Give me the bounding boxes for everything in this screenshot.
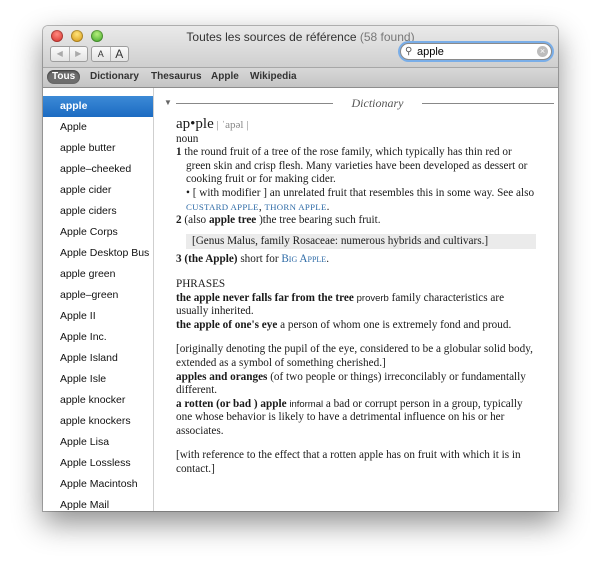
subsense-text: an unrelated fruit that resembles this i… [269,186,495,199]
scope-dictionary[interactable]: Dictionary [85,70,144,84]
dictionary-window: Toutes les sources de référence (58 foun… [43,26,558,511]
sidebar-item[interactable]: apple knockers [43,411,153,432]
back-button[interactable]: ◀ [51,47,70,61]
phrase-2: the apple of one's eye a person of whom … [176,319,536,333]
phrase-term: apples and oranges [176,370,268,383]
genus-note: [Genus Malus, family Rosaceae: numerous … [186,233,536,250]
headword-line: ap•ple | ˈapəl | [176,116,536,133]
sidebar-item[interactable]: Apple Island [43,348,153,369]
phrase-1: the apple never falls far from the tree … [176,292,536,319]
sense-2: 2 (also apple tree )the tree bearing suc… [176,214,536,228]
sense-3: 3 (the Apple) short for Big Apple. [176,253,536,267]
scope-wikipedia[interactable]: Wikipedia [245,70,302,84]
origin-note: [originally denoting the pupil of the ey… [176,343,533,369]
scope-thesaurus[interactable]: Thesaurus [146,70,207,84]
sidebar-item[interactable]: Apple Lossless [43,453,153,474]
phrase-term: the apple never falls far from the tree [176,291,354,304]
pronunciation: | ˈapəl | [216,119,249,131]
forward-button[interactable]: ▶ [70,47,88,61]
phrase-3: apples and oranges (of two people or thi… [176,371,536,398]
window-title: Toutes les sources de référence (58 foun… [43,30,558,44]
sidebar-item[interactable]: Apple Mail [43,495,153,511]
font-smaller-button[interactable]: A [92,47,111,61]
definition-pane: ▼ Dictionary ap•ple | ˈapəl | noun 1 the… [154,88,558,511]
section-label: Dictionary [351,96,404,110]
xref-custard-apple-link[interactable]: CUSTARD APPLE [186,202,259,212]
xref-separator: , [258,200,262,213]
clear-search-icon[interactable]: × [537,46,548,57]
phrase-text: a person of whom one is extremely fond a… [280,318,512,331]
usage-tag: informal [289,398,324,410]
sidebar-item[interactable]: Apple Isle [43,369,153,390]
toolbar: Toutes les sources de référence (58 foun… [43,26,558,67]
navigation-buttons: ◀ ▶ [50,46,88,62]
phrases-heading: PHRASES [176,277,226,290]
sense-prefix: (also [184,214,207,227]
sidebar-item[interactable]: Apple [43,117,153,138]
sense-1: 1 the round fruit of a tree of the rose … [176,146,536,187]
sidebar-item[interactable]: Apple Corps [43,222,153,243]
phrase-term: a rotten (or bad ) apple [176,397,287,410]
usage-tag: proverb [356,292,389,304]
subsense-label: • [ with modifier ] [186,186,267,199]
dictionary-section-header: ▼ Dictionary [164,96,554,110]
sidebar-item[interactable]: Apple II [43,306,153,327]
result-count: (58 found) [359,30,415,44]
big-apple-link[interactable]: Big Apple [281,253,326,265]
xref-thorn-apple-link[interactable]: THORN APPLE [264,202,326,212]
sidebar-item[interactable]: Apple Inc. [43,327,153,348]
see-also-label: See also [497,186,535,199]
search-input[interactable] [417,45,527,58]
results-sidebar: apple Apple apple butter apple–cheeked a… [43,88,154,511]
sidebar-item[interactable]: Apple Macintosh [43,474,153,495]
sense-number: 3 [176,253,182,266]
part-of-speech: noun [176,132,199,145]
sense-number: 1 [176,146,182,159]
window-title-text: Toutes les sources de référence [186,30,357,44]
sidebar-item-apple-selected[interactable]: apple [43,96,153,117]
sense-1-subsense: • [ with modifier ] an unrelated fruit t… [186,187,536,214]
sidebar-item[interactable]: Apple Desktop Bus [43,243,153,264]
sidebar-item[interactable]: apple green [43,264,153,285]
sidebar-item[interactable]: apple–cheeked [43,159,153,180]
sidebar-item[interactable]: Apple Lisa [43,432,153,453]
header-rule-right [422,103,554,104]
headword: ap•ple [176,116,214,132]
xref-end: . [326,200,330,213]
sense-bold-term: (the Apple) [184,253,238,266]
disclosure-triangle-icon[interactable]: ▼ [164,96,172,110]
sidebar-item[interactable]: apple cider [43,180,153,201]
phrase-4-note: [with reference to the effect that a rot… [176,449,521,476]
scope-apple[interactable]: Apple [206,70,244,84]
sense-text: short for [240,253,279,266]
search-field[interactable]: ⚲ × [400,43,552,60]
sense-number: 2 [176,214,182,227]
header-rule-left [176,103,333,104]
font-larger-button[interactable]: A [111,47,129,61]
sidebar-item[interactable]: apple ciders [43,201,153,222]
sense-text: the round fruit of a tree of the rose fa… [184,146,528,186]
sidebar-item[interactable]: apple butter [43,138,153,159]
sense-end: . [326,253,329,266]
sense-text: )the tree bearing such fruit. [259,214,381,227]
scope-tous[interactable]: Tous [47,70,81,84]
scope-bar: Tous Dictionary Thesaurus Apple Wikipedi… [43,67,558,88]
phrase-4: a rotten (or bad ) apple informal a bad … [176,398,536,439]
dictionary-entry: ap•ple | ˈapəl | noun 1 the round fruit … [176,116,536,477]
phrase-term: the apple of one's eye [176,318,278,331]
magnifier-icon: ⚲ [405,46,413,57]
sense-bold-term: apple tree [208,214,257,227]
font-size-buttons: A A [91,46,129,62]
sidebar-item[interactable]: apple knocker [43,390,153,411]
sidebar-item[interactable]: apple–green [43,285,153,306]
